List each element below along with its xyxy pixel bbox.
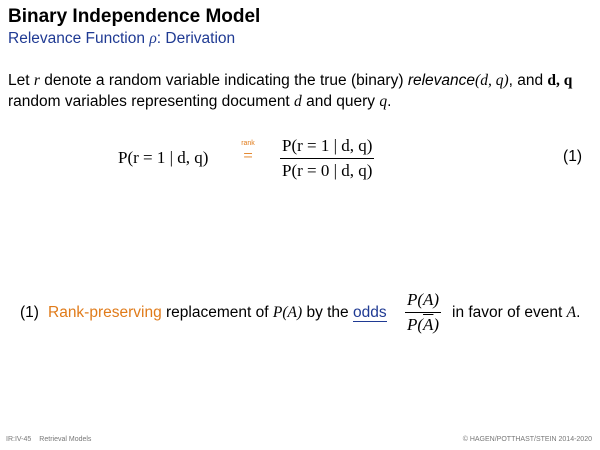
subtitle-prefix: Relevance Function <box>8 30 150 47</box>
slide-subtitle: Relevance Function ρ: Derivation <box>8 30 235 48</box>
footer-left: IR:IV-45 Retrieval Models <box>6 436 91 443</box>
subtitle-suffix: : Derivation <box>156 30 236 47</box>
fraction-numerator: P(r = 1 | d, q) <box>280 136 375 159</box>
odds-den-complement: A <box>423 315 434 334</box>
footnote-expr-pa: P(A) <box>272 304 303 321</box>
intro-paragraph: Let r denote a random variable indicatin… <box>8 70 592 112</box>
footnote-text-b: by the <box>302 304 353 321</box>
footnote-text: Rank-preserving replacement of P(A) by t… <box>48 304 387 322</box>
equation-1: P(r = 1 | d, q) rank = P(r = 1 | d, q) P… <box>0 132 600 192</box>
footnote-text-a: replacement of <box>161 304 273 321</box>
equation-number: (1) <box>563 148 582 165</box>
rank-equals-relation: rank = <box>236 140 260 164</box>
intro-text-5: and query <box>301 93 380 110</box>
odds-numerator: P(A) <box>405 290 442 313</box>
footnote-text-tail: in favor of event A. <box>452 304 580 322</box>
equation-fraction: P(r = 1 | d, q) P(r = 0 | d, q) <box>280 136 375 181</box>
equals-symbol: = <box>243 146 253 165</box>
intro-var-d: d <box>294 93 302 110</box>
footer-copyright: © HAGEN/POTTHAST/STEIN 2014-2020 <box>462 436 592 443</box>
equation-lhs: P(r = 1 | d, q) <box>118 148 209 167</box>
odds-denominator: P(A) <box>405 313 441 335</box>
intro-text-6: . <box>387 93 392 110</box>
slide-title: Binary Independence Model <box>8 6 261 27</box>
footnote-event-var: A <box>566 304 577 321</box>
odds-fraction: P(A) P(A) <box>405 290 442 335</box>
footer-section-title: Retrieval Models <box>39 436 92 443</box>
fraction-denominator: P(r = 0 | d, q) <box>282 161 373 180</box>
footnote-text-d: . <box>576 304 581 321</box>
intro-text-1: Let <box>8 72 34 89</box>
intro-vars-dq: d, q <box>547 72 573 89</box>
intro-text-3: , and <box>508 72 548 89</box>
odds-link[interactable]: odds <box>352 304 387 322</box>
odds-den-suffix: ) <box>433 315 440 334</box>
intro-text-2: denote a random variable indicating the … <box>39 72 408 89</box>
intro-relevance-args: (d, q) <box>475 72 509 89</box>
intro-text-4: random variables representing document <box>8 93 295 110</box>
footnote-marker: (1) <box>20 304 39 321</box>
intro-var-q: q <box>379 93 388 110</box>
subtitle-rho-symbol: ρ <box>149 30 157 47</box>
footnote-1: (1) Rank-preserving replacement of P(A) … <box>20 290 590 340</box>
odds-den-prefix: P( <box>406 315 424 334</box>
footer-slide-code: IR:IV-45 <box>6 436 32 443</box>
intro-relevance-word: relevance <box>407 72 476 89</box>
rank-preserving-highlight: Rank-preserving <box>48 304 162 321</box>
footnote-text-c: in favor of event <box>452 304 567 321</box>
